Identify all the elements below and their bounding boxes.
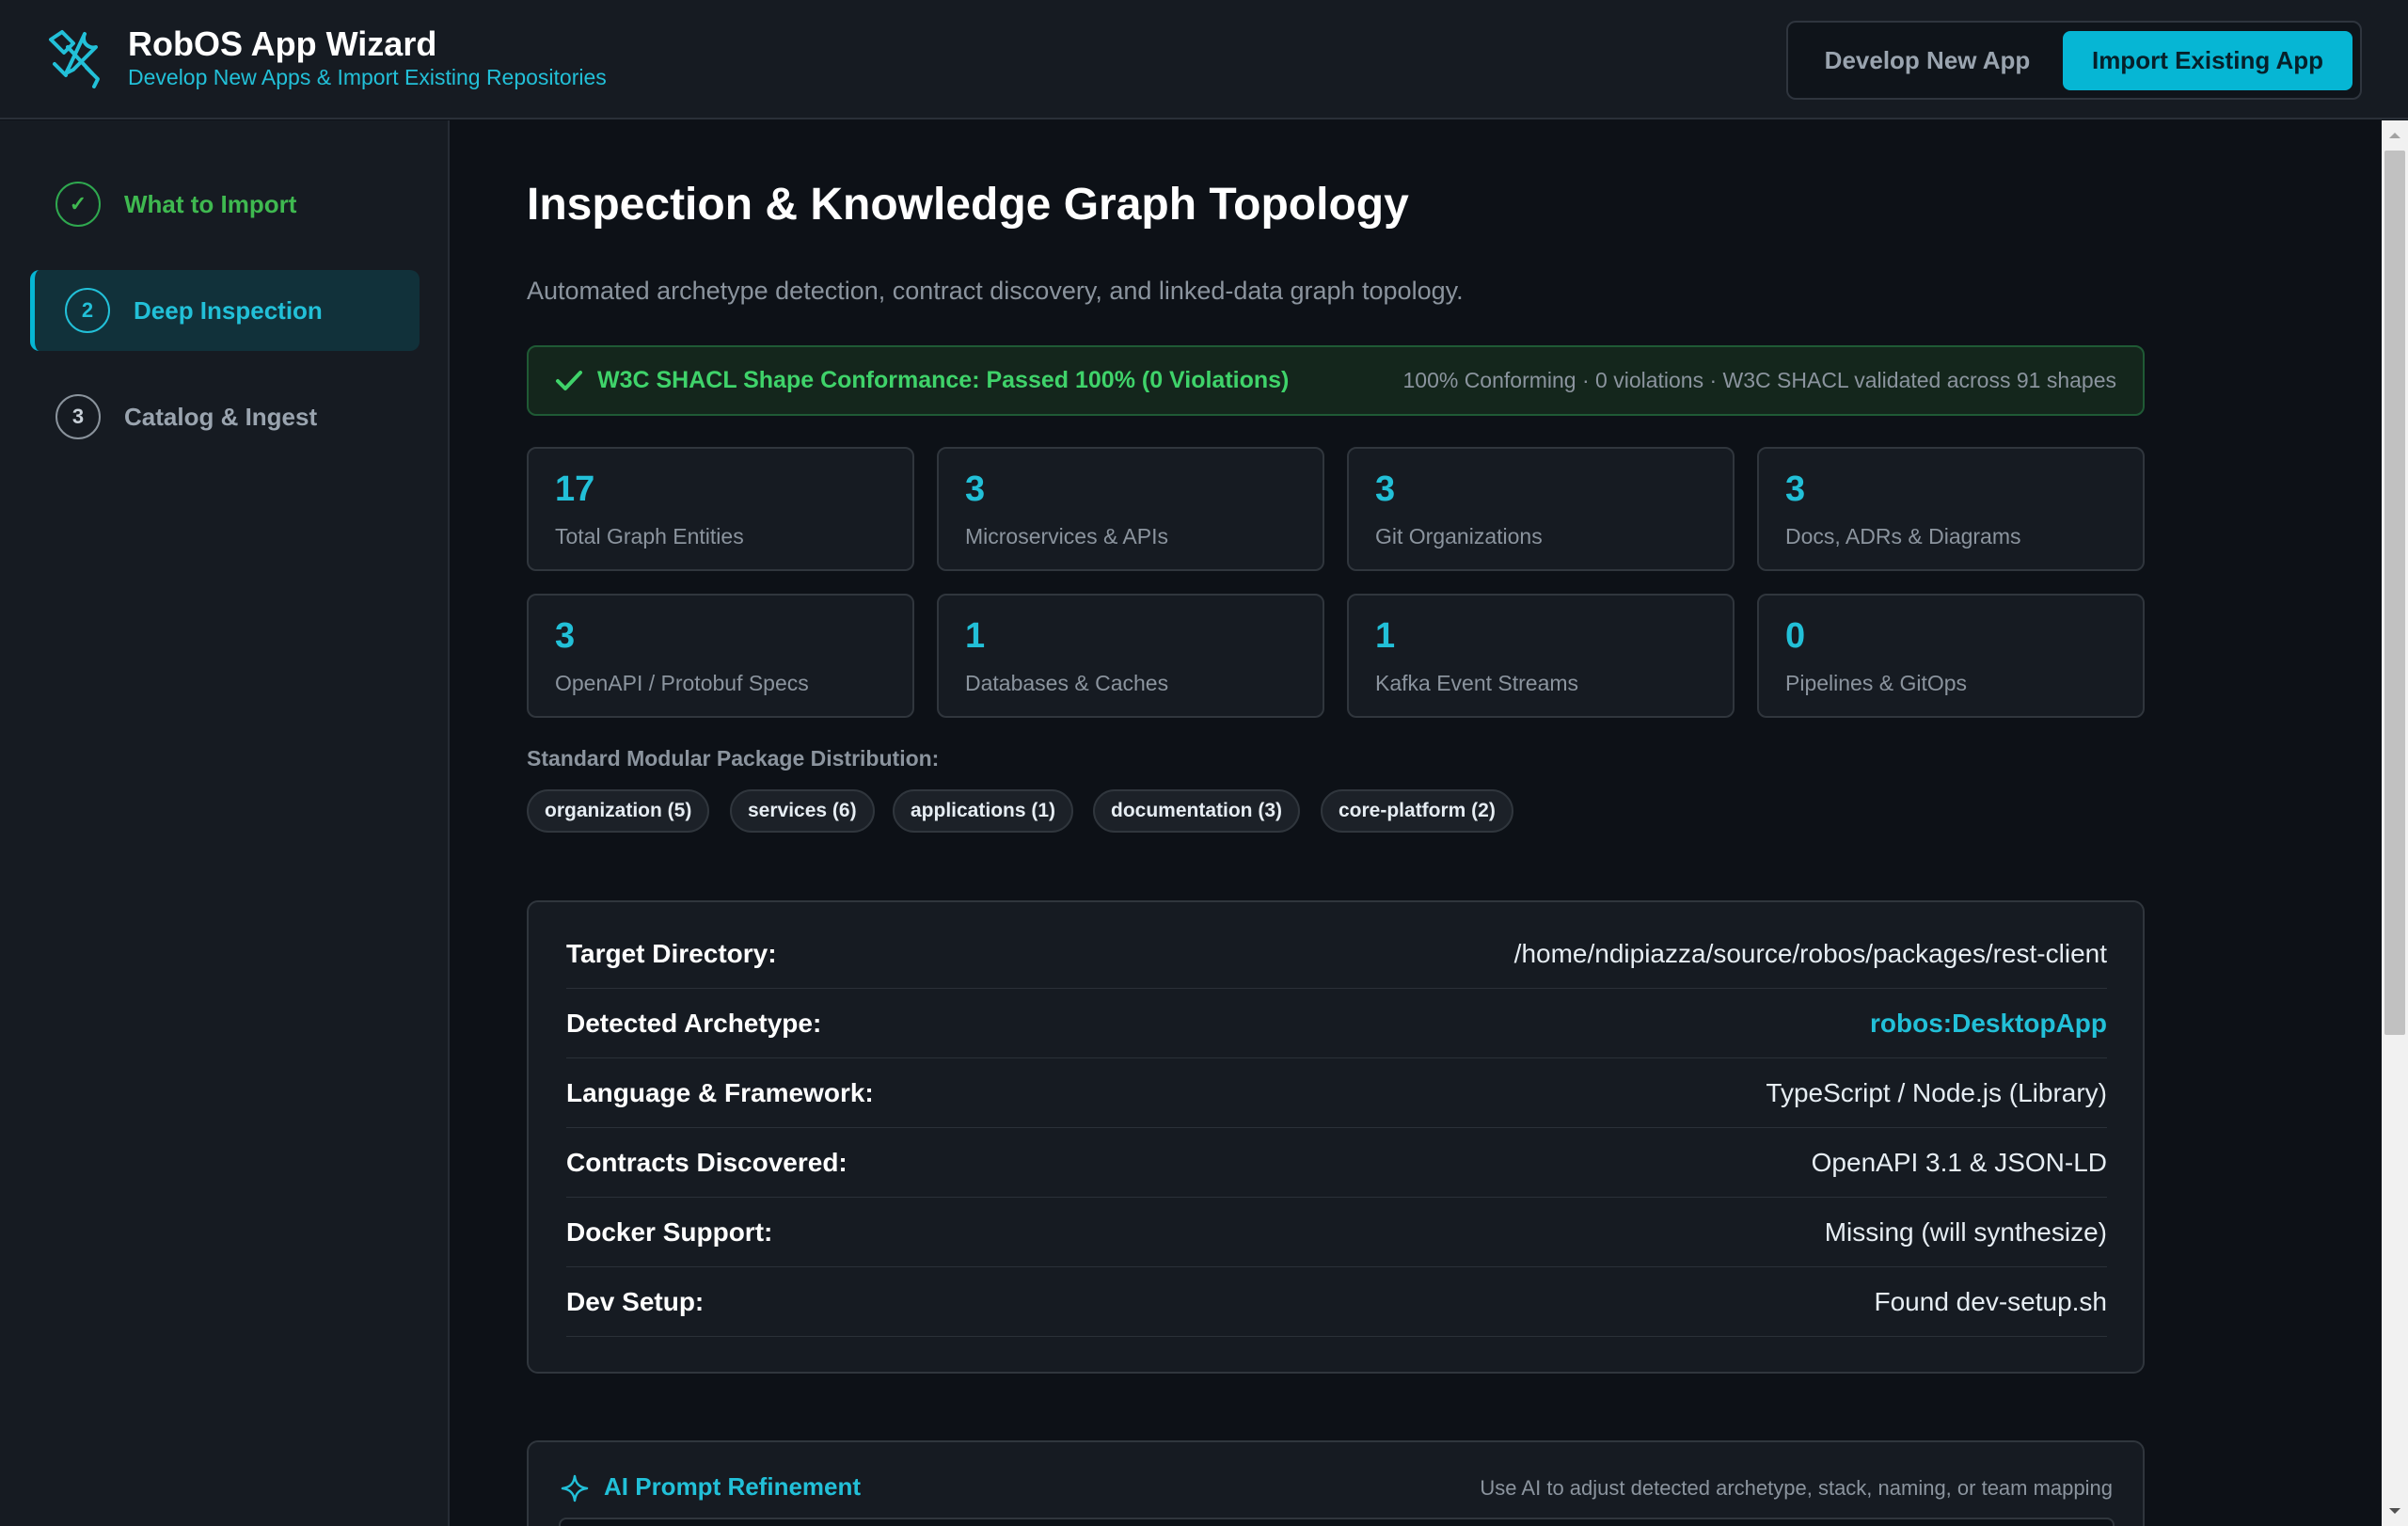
detail-value: TypeScript / Node.js (Library) [1766,1078,2107,1107]
inspection-details-panel: Target Directory: /home/ndipiazza/source… [527,900,2145,1374]
detail-value: Found dev-setup.sh [1874,1287,2108,1316]
stat-card-api-specs: 3 OpenAPI / Protobuf Specs [527,594,914,718]
wizard-sidebar: ✓ What to Import 2 Deep Inspection 3 Cat… [0,120,450,1526]
page-description: Automated archetype detection, contract … [527,277,1464,305]
stat-label: Databases & Caches [965,671,1169,695]
step-number: 2 [65,288,110,333]
detail-key: Docker Support: [566,1217,773,1247]
ai-prompt-input[interactable] [559,1518,2115,1526]
step-label: What to Import [124,190,297,218]
stat-label: Microservices & APIs [965,524,1168,548]
stat-value: 1 [965,616,986,656]
stat-card-kafka-streams: 1 Kafka Event Streams [1347,594,1735,718]
sidebar-step-deep-inspection[interactable]: 2 Deep Inspection [30,270,420,351]
detail-row-dev-setup: Dev Setup: Found dev-setup.sh [566,1267,2107,1337]
stat-label: Total Graph Entities [555,524,744,548]
package-pill-organization: organization (5) [527,789,710,833]
step-number: 3 [55,394,101,439]
stat-card-git-organizations: 3 Git Organizations [1347,447,1735,571]
stat-card-total-graph-entities: 17 Total Graph Entities [527,447,914,571]
stat-label: Git Organizations [1375,524,1543,548]
stat-label: Kafka Event Streams [1375,671,1579,695]
vertical-scrollbar[interactable] [2382,120,2408,1526]
detail-row-archetype: Detected Archetype: robos:DesktopApp [566,989,2107,1058]
stat-card-docs: 3 Docs, ADRs & Diagrams [1757,447,2145,571]
shacl-conformance-banner: W3C SHACL Shape Conformance: Passed 100%… [527,345,2145,416]
stat-value: 3 [555,616,576,656]
detail-row-target-directory: Target Directory: /home/ndipiazza/source… [566,919,2107,989]
stat-card-microservices: 3 Microservices & APIs [937,447,1324,571]
stat-label: OpenAPI / Protobuf Specs [555,671,809,695]
detail-key: Dev Setup: [566,1287,705,1316]
stat-label: Docs, ADRs & Diagrams [1785,524,2021,548]
detail-row-docker: Docker Support: Missing (will synthesize… [566,1198,2107,1267]
ai-refinement-title: AI Prompt Refinement [604,1472,862,1501]
step-complete-check-icon: ✓ [55,182,101,227]
detail-key: Detected Archetype: [566,1009,822,1038]
stat-value: 3 [1785,469,1806,509]
stat-value: 17 [555,469,595,509]
step-label: Catalog & Ingest [124,403,318,431]
tools-icon [49,30,100,88]
main-content: Inspection & Knowledge Graph Topology Au… [452,120,2382,1526]
develop-new-app-button[interactable]: Develop New App [1803,31,2052,90]
page-title: Inspection & Knowledge Graph Topology [527,180,1409,230]
step-label: Deep Inspection [134,296,323,325]
detail-value: Missing (will synthesize) [1824,1217,2107,1247]
detail-value: OpenAPI 3.1 & JSON-LD [1811,1148,2107,1177]
detail-row-contracts: Contracts Discovered: OpenAPI 3.1 & JSON… [566,1128,2107,1198]
check-icon [556,371,582,390]
ai-refinement-hint: Use AI to adjust detected archetype, sta… [1480,1476,2113,1500]
detail-value: /home/ndipiazza/source/robos/packages/re… [1513,939,2107,968]
app-subtitle: Develop New Apps & Import Existing Repos… [128,65,607,89]
detail-row-language: Language & Framework: TypeScript / Node.… [566,1058,2107,1128]
package-pill-services: services (6) [730,789,875,833]
app-header: RobOS App Wizard Develop New Apps & Impo… [0,0,2408,119]
scrollbar-thumb[interactable] [2384,151,2405,1035]
stat-value: 0 [1785,616,1806,656]
scroll-down-arrow-icon[interactable] [2382,1500,2408,1522]
scroll-up-arrow-icon[interactable] [2382,124,2408,147]
sparkle-icon [561,1474,589,1502]
stat-card-databases: 1 Databases & Caches [937,594,1324,718]
stat-value: 1 [1375,616,1396,656]
stat-label: Pipelines & GitOps [1785,671,1968,695]
detail-key: Language & Framework: [566,1078,874,1107]
shacl-status-meta: 100% Conforming · 0 violations · W3C SHA… [1402,368,2116,392]
stat-value: 3 [965,469,986,509]
sidebar-step-catalog-ingest[interactable]: 3 Catalog & Ingest [30,376,420,457]
shacl-status-title: W3C SHACL Shape Conformance: Passed 100%… [597,367,1290,393]
package-distribution-title: Standard Modular Package Distribution: [527,746,940,771]
package-pill-applications: applications (1) [893,789,1074,833]
detail-key: Contracts Discovered: [566,1148,848,1177]
sidebar-step-what-to-import[interactable]: ✓ What to Import [30,164,420,245]
package-pill-documentation: documentation (3) [1093,789,1300,833]
ai-prompt-refinement-panel: AI Prompt Refinement Use AI to adjust de… [527,1440,2145,1526]
mode-switch: Develop New App Import Existing App [1786,21,2362,100]
package-pill-core-platform: core-platform (2) [1321,789,1513,833]
detail-key: Target Directory: [566,939,777,968]
stat-value: 3 [1375,469,1396,509]
detail-value-archetype: robos:DesktopApp [1870,1009,2107,1038]
import-existing-app-button[interactable]: Import Existing App [2063,31,2353,90]
app-title: RobOS App Wizard [128,24,437,63]
stat-card-pipelines: 0 Pipelines & GitOps [1757,594,2145,718]
